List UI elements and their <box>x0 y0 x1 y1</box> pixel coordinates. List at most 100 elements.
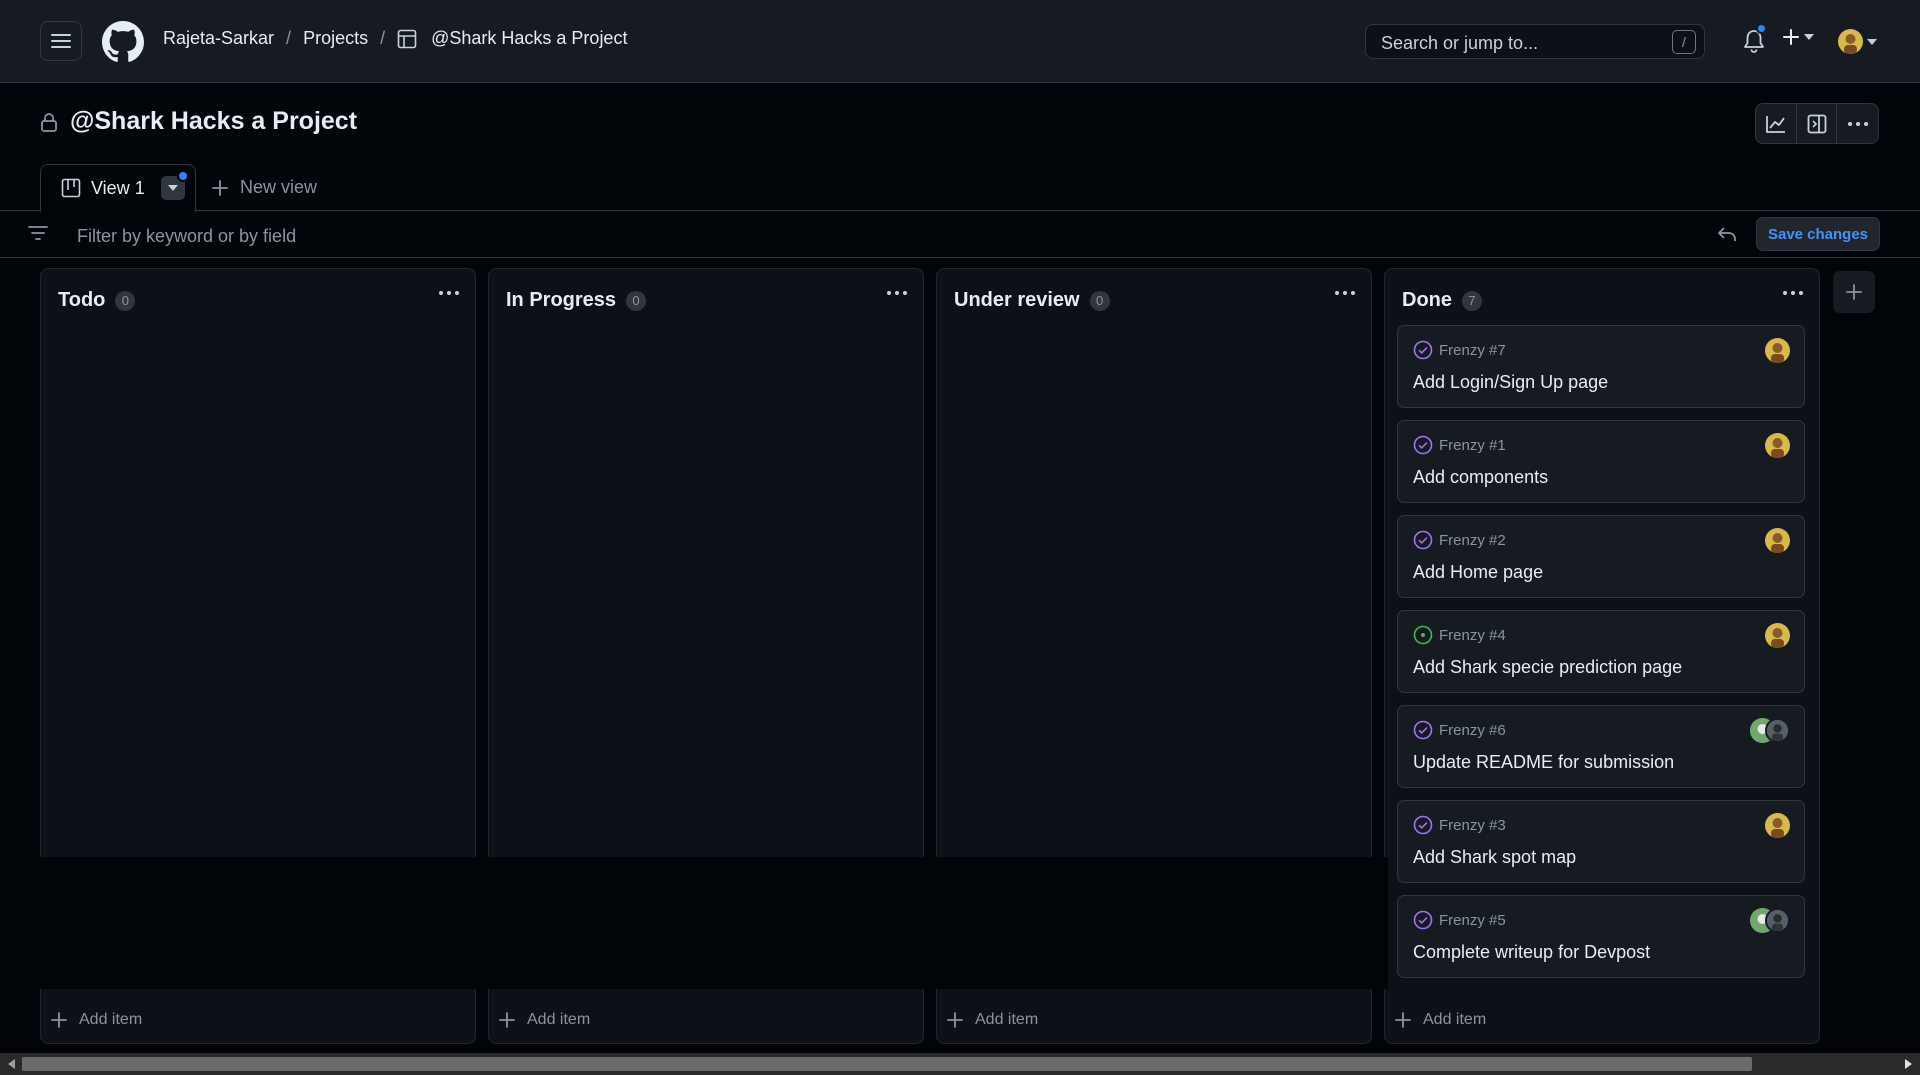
issue-closed-icon <box>1413 530 1433 550</box>
issue-ref: Frenzy #7 <box>1439 341 1506 359</box>
hamburger-icon <box>51 34 71 48</box>
plus-icon <box>1783 29 1799 45</box>
add-item-button[interactable]: Add item <box>51 1011 142 1029</box>
issue-closed-icon <box>1413 720 1433 740</box>
plus-icon <box>51 1012 67 1028</box>
tab-view-1-label: View 1 <box>91 177 145 198</box>
assignees <box>1765 623 1790 648</box>
plus-icon <box>947 1012 963 1028</box>
issue-meta: Frenzy #7 <box>1413 340 1506 360</box>
issue-title[interactable]: Update README for submission <box>1413 752 1674 773</box>
filter-input[interactable]: Filter by keyword or by field <box>77 226 296 247</box>
background-band <box>0 857 1388 989</box>
horizontal-scrollbar[interactable] <box>0 1053 1920 1075</box>
tab-view-1[interactable]: View 1 <box>40 164 196 212</box>
column-menu-icon[interactable] <box>1335 291 1355 295</box>
add-item-label: Add item <box>975 1011 1039 1028</box>
filter-bar: Filter by keyword or by field Save chang… <box>0 212 1920 258</box>
search-placeholder: Search or jump to... <box>1381 33 1539 53</box>
issue-card[interactable]: Frenzy #6 Update README for submission <box>1397 705 1805 788</box>
assignees <box>1765 338 1790 363</box>
assignees <box>1765 528 1790 553</box>
view-options-button[interactable] <box>160 170 189 200</box>
assignee-avatar[interactable] <box>1765 433 1790 458</box>
add-column-button[interactable] <box>1833 271 1875 313</box>
lock-icon <box>41 112 57 132</box>
table-icon <box>397 29 417 49</box>
breadcrumb-project[interactable]: @Shark Hacks a Project <box>431 28 627 49</box>
assignee-avatar[interactable] <box>1765 338 1790 363</box>
column-menu-icon[interactable] <box>1783 291 1803 295</box>
insights-button[interactable] <box>1756 104 1797 143</box>
issue-meta: Frenzy #4 <box>1413 625 1506 645</box>
assignees <box>1765 813 1790 838</box>
save-changes-button[interactable]: Save changes <box>1756 217 1880 251</box>
add-item-button[interactable]: Add item <box>499 1011 590 1029</box>
column-count: 7 <box>1462 290 1482 311</box>
issue-card[interactable]: Frenzy #2 Add Home page <box>1397 515 1805 598</box>
issue-title[interactable]: Add components <box>1413 467 1548 488</box>
breadcrumb-projects[interactable]: Projects <box>303 28 368 49</box>
issue-title[interactable]: Add Login/Sign Up page <box>1413 372 1608 393</box>
issue-title[interactable]: Add Shark spot map <box>1413 847 1576 868</box>
user-menu[interactable] <box>1838 29 1877 54</box>
scrollbar-thumb[interactable] <box>22 1057 1752 1071</box>
sidebar-icon <box>1807 114 1826 133</box>
user-avatar <box>1838 29 1863 54</box>
add-item-button[interactable]: Add item <box>1395 1011 1486 1029</box>
issue-closed-icon <box>1413 340 1433 360</box>
undo-icon[interactable] <box>1717 225 1737 243</box>
more-options-button[interactable] <box>1837 104 1878 143</box>
issue-title[interactable]: Complete writeup for Devpost <box>1413 942 1650 963</box>
issue-card[interactable]: Frenzy #3 Add Shark spot map <box>1397 800 1805 883</box>
column-title: Todo <box>58 289 106 311</box>
column-title: Under review <box>954 289 1080 311</box>
project-actions <box>1755 103 1879 144</box>
issue-card[interactable]: Frenzy #7 Add Login/Sign Up page <box>1397 325 1805 408</box>
view-tabs: View 1 New view <box>0 164 1920 212</box>
notification-indicator <box>1756 23 1767 34</box>
scroll-left-icon[interactable] <box>2 1053 22 1075</box>
issue-closed-icon <box>1413 910 1433 930</box>
assignee-avatar[interactable] <box>1765 813 1790 838</box>
assignee-avatar[interactable] <box>1765 528 1790 553</box>
create-new-menu[interactable] <box>1782 28 1814 46</box>
issue-card[interactable]: Frenzy #4 Add Shark specie prediction pa… <box>1397 610 1805 693</box>
issue-card[interactable]: Frenzy #1 Add components <box>1397 420 1805 503</box>
hamburger-menu-button[interactable] <box>40 21 82 61</box>
column-menu-icon[interactable] <box>887 291 907 295</box>
column-menu-icon[interactable] <box>439 291 459 295</box>
caret-down-icon <box>167 185 178 191</box>
plus-icon <box>499 1012 515 1028</box>
add-item-label: Add item <box>79 1011 143 1028</box>
column-header: In Progress 0 <box>506 289 647 312</box>
plus-icon <box>1395 1012 1411 1028</box>
issue-card[interactable]: Frenzy #5 Complete writeup for Devpost <box>1397 895 1805 978</box>
graph-icon <box>1765 115 1785 133</box>
column-header: Todo 0 <box>58 289 136 312</box>
plus-icon <box>1846 284 1862 300</box>
breadcrumb: Rajeta-Sarkar / Projects / @Shark Hacks … <box>163 28 627 49</box>
new-view-button[interactable]: New view <box>212 177 317 198</box>
add-item-button[interactable]: Add item <box>947 1011 1038 1029</box>
kebab-horizontal-icon <box>1847 121 1868 126</box>
new-view-label: New view <box>240 177 318 197</box>
unsaved-indicator <box>176 170 189 182</box>
assignee-avatar[interactable] <box>1765 718 1790 743</box>
assignee-avatar[interactable] <box>1765 623 1790 648</box>
issue-title[interactable]: Add Home page <box>1413 562 1543 583</box>
issue-title[interactable]: Add Shark specie prediction page <box>1413 657 1682 678</box>
scroll-right-icon[interactable] <box>1898 1053 1918 1075</box>
filter-icon <box>28 226 48 240</box>
search-input[interactable]: Search or jump to... / <box>1365 24 1705 59</box>
breadcrumb-owner[interactable]: Rajeta-Sarkar <box>163 28 274 49</box>
side-panel-button[interactable] <box>1797 104 1838 143</box>
issue-meta: Frenzy #6 <box>1413 720 1506 740</box>
issue-ref: Frenzy #4 <box>1439 626 1506 644</box>
plus-icon <box>212 179 228 196</box>
assignee-avatar[interactable] <box>1765 908 1790 933</box>
board-icon <box>61 178 81 198</box>
add-item-label: Add item <box>1423 1011 1487 1028</box>
github-logo-icon[interactable] <box>102 21 144 63</box>
assignees <box>1750 908 1790 933</box>
